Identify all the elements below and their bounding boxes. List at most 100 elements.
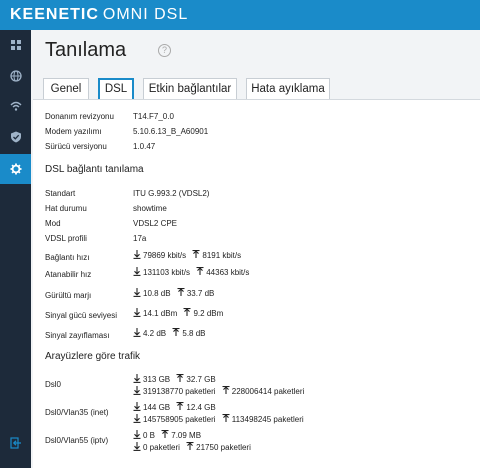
dsl-value: VDSL2 CPE [133, 219, 178, 228]
download-icon [133, 267, 141, 276]
metric-value: 131103 kbit/s 44363 kbit/s [133, 266, 253, 277]
info-label: Sürücü versiyonu [45, 142, 107, 151]
dsl-section-title: DSL bağlantı tanılama [45, 164, 144, 175]
sidebar-item-wifi[interactable] [0, 91, 31, 121]
upload-icon [196, 266, 204, 276]
upload-icon [222, 413, 230, 423]
logout-icon [9, 437, 21, 449]
interface-label: Dsl0/Vlan55 (iptv) [45, 436, 109, 445]
traffic-value: 313 GB 32.7 GB 319138770 paketleri 22800… [133, 373, 308, 396]
info-value: 5.10.6.13_B_A60901 [133, 127, 209, 136]
upload-icon [192, 249, 200, 259]
dsl-value: showtime [133, 204, 167, 213]
upstream-value: 9.2 dBm [193, 309, 224, 318]
metric-value: 10.8 dB 33.7 dB [133, 287, 218, 298]
traffic-value: 0 B 7.09 MB 0 paketleri 21750 paketleri [133, 429, 255, 452]
info-label: Modem yazılımı [45, 127, 102, 136]
main-content: Tanılama ? Genel DSL Etkin bağlantılar H… [31, 30, 480, 468]
downstream-value: 131103 kbit/s [143, 268, 190, 277]
metric-label: Sinyal gücü seviyesi [45, 311, 118, 320]
upload-bytes: 12.4 GB [186, 403, 216, 412]
wifi-icon [10, 101, 21, 111]
page-title: Tanılama [45, 39, 127, 61]
metric-label: Bağlantı hızı [45, 253, 90, 262]
help-icon[interactable]: ? [158, 44, 171, 57]
upstream-value: 33.7 dB [186, 289, 215, 298]
dashboard-icon [10, 40, 21, 50]
info-label: Donanım revizyonu [45, 112, 114, 121]
download-packets: 145758905 paketleri [143, 415, 216, 424]
download-packets: 319138770 paketleri [143, 387, 216, 396]
metric-value: 79869 kbit/s 8191 kbit/s [133, 249, 245, 260]
shield-icon [10, 131, 21, 143]
download-bytes: 144 GB [143, 403, 171, 412]
dsl-value: 17a [133, 234, 147, 243]
interface-label: Dsl0 [45, 380, 62, 389]
brand-name: KEENETIC [10, 6, 99, 23]
upload-icon [222, 385, 230, 395]
tab-dsl[interactable]: DSL [98, 78, 134, 99]
download-icon [133, 250, 141, 259]
metric-value: 14.1 dBm 9.2 dBm [133, 307, 227, 318]
metric-label: Gürültü marjı [45, 291, 92, 300]
downstream-value: 4.2 dB [143, 329, 167, 338]
upload-icon [183, 307, 191, 317]
upload-icon [186, 441, 194, 451]
upstream-value: 8191 kbit/s [202, 251, 242, 260]
gear-icon [10, 163, 21, 175]
sidebar-item-logout[interactable] [0, 428, 31, 458]
downstream-value: 10.8 dB [143, 289, 171, 298]
upload-bytes: 32.7 GB [186, 375, 216, 384]
sidebar-item-internet[interactable] [0, 61, 31, 91]
info-value: 1.0.47 [133, 142, 156, 151]
downstream-value: 79869 kbit/s [143, 251, 187, 260]
dsl-value: ITU G.993.2 (VDSL2) [133, 189, 210, 198]
download-icon [133, 430, 141, 439]
metric-label: Sinyal zayıflaması [45, 331, 110, 340]
metric-value: 4.2 dB 5.8 dB [133, 327, 210, 338]
traffic-value: 144 GB 12.4 GB 145758905 paketleri 11349… [133, 401, 308, 424]
interface-label: Dsl0/Vlan35 (inet) [45, 408, 109, 417]
download-icon [133, 374, 141, 383]
traffic-section-title: Arayüzlere göre trafik [45, 351, 141, 362]
sidebar-item-dashboard[interactable] [0, 30, 31, 60]
sidebar-item-settings[interactable] [0, 154, 31, 184]
dsl-label: Hat durumu [45, 204, 87, 213]
tab-active-connections[interactable]: Etkin bağlantılar [143, 78, 237, 99]
download-icon [133, 386, 141, 395]
downstream-value: 14.1 dBm [143, 309, 178, 318]
download-icon [133, 414, 141, 423]
download-bytes: 313 GB [143, 375, 171, 384]
brand-logo[interactable]: KEENETIC OMNI DSL [10, 6, 188, 24]
download-packets: 0 paketleri [143, 443, 180, 452]
upload-icon [161, 429, 169, 439]
metric-label: Atanabilir hız [45, 270, 92, 279]
upload-icon [177, 287, 185, 297]
upstream-value: 44363 kbit/s [206, 268, 250, 277]
upload-packets: 21750 paketleri [196, 443, 251, 452]
download-icon [133, 442, 141, 451]
sidebar-item-security[interactable] [0, 122, 31, 152]
info-value: T14.F7_0.0 [133, 112, 174, 121]
globe-icon [9, 70, 22, 82]
model-name: OMNI DSL [102, 6, 189, 23]
tab-general[interactable]: Genel [43, 78, 89, 99]
upload-bytes: 7.09 MB [171, 431, 202, 440]
tab-debug[interactable]: Hata ayıklama [246, 78, 330, 99]
upload-icon [176, 401, 184, 411]
download-icon [133, 402, 141, 411]
sidebar [0, 30, 31, 468]
download-icon [133, 288, 141, 297]
top-bar: KEENETIC OMNI DSL [0, 0, 480, 30]
upload-packets: 113498245 paketleri [231, 415, 304, 424]
dsl-label: VDSL profili [45, 234, 87, 243]
download-icon [133, 328, 141, 337]
dsl-label: Standart [45, 189, 76, 198]
upstream-value: 5.8 dB [182, 329, 206, 338]
diagnostics-panel: Donanım revizyonu T14.F7_0.0 Modem yazıl… [33, 99, 480, 468]
upload-icon [172, 327, 180, 337]
upload-packets: 228006414 paketleri [231, 387, 305, 396]
download-icon [133, 308, 141, 317]
upload-icon [176, 373, 184, 383]
download-bytes: 0 B [143, 431, 156, 440]
